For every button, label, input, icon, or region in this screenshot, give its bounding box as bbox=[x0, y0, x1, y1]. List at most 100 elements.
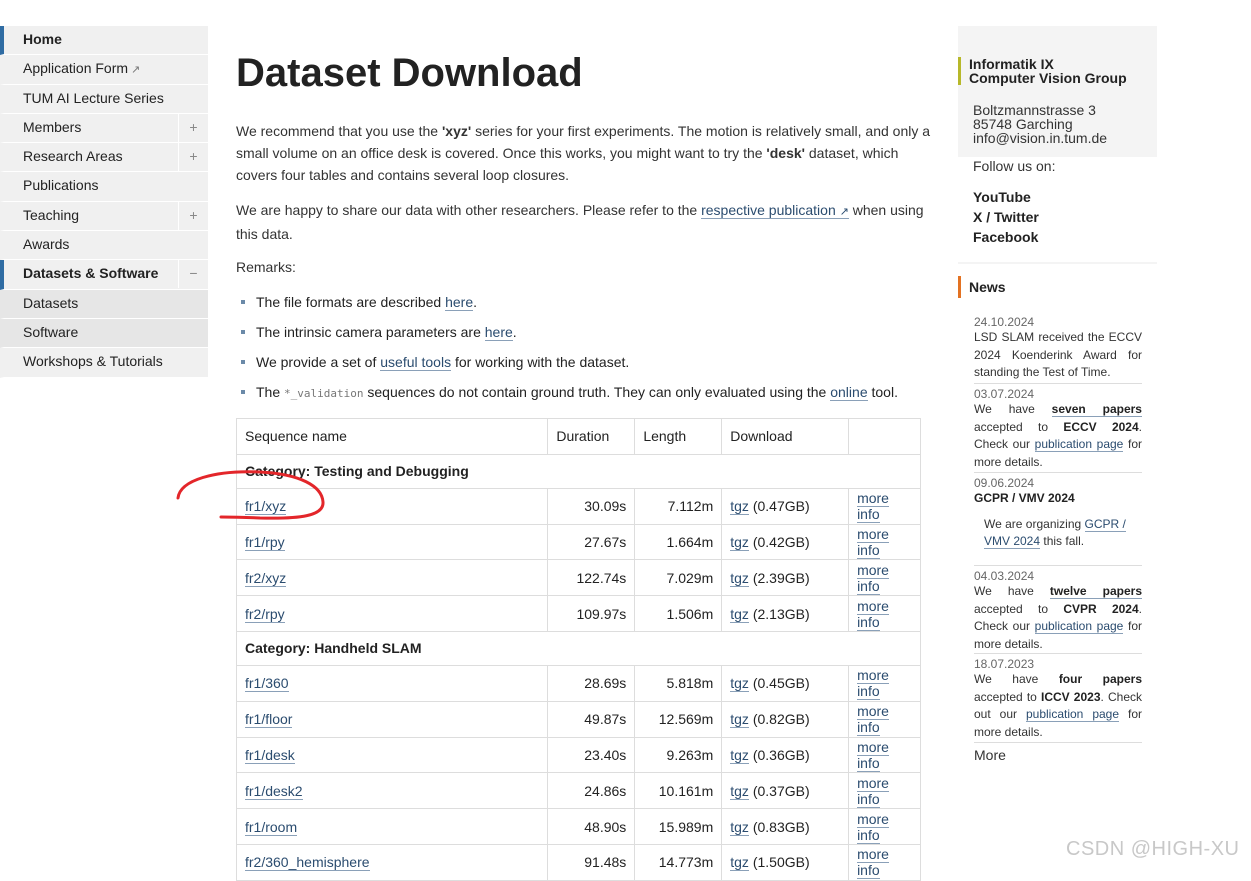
share-paragraph: We are happy to share our data with othe… bbox=[236, 202, 924, 242]
sequence-link[interactable]: fr1/xyz bbox=[245, 498, 287, 516]
cell-download: tgz (0.37GB) bbox=[721, 772, 850, 810]
file-formats-link[interactable]: here bbox=[445, 294, 474, 311]
group-label: Informatik IX Computer Vision Group bbox=[958, 57, 1127, 85]
file-size: (0.42GB) bbox=[752, 533, 810, 550]
tgz-download-link[interactable]: tgz bbox=[730, 498, 749, 516]
tgz-download-link[interactable]: tgz bbox=[730, 854, 749, 872]
address-block: Boltzmannstrasse 3 85748 Garching info@v… bbox=[973, 102, 1108, 146]
nav-home[interactable]: Home bbox=[0, 26, 208, 56]
table-row: fr2/rpy 109.97s 1.506m tgz (2.13GB) more inf… bbox=[235, 595, 921, 632]
tgz-download-link[interactable]: tgz bbox=[730, 782, 749, 800]
more-info-link[interactable]: more info bbox=[857, 774, 889, 808]
tgz-download-link[interactable]: tgz bbox=[730, 605, 749, 623]
twitter-link[interactable]: X / Twitter bbox=[973, 207, 1039, 227]
seven-papers-link[interactable]: seven papers bbox=[1051, 402, 1142, 417]
cell-sequence-name: fr1/360 bbox=[235, 664, 549, 702]
cell-length: 7.112m bbox=[634, 487, 723, 525]
page-title: Dataset Download bbox=[236, 51, 583, 95]
left-navigation: Home Application Form ↗ TUM AI Lecture Se… bbox=[0, 26, 208, 378]
camera-parameters-link[interactable]: here bbox=[484, 324, 513, 341]
cell-download: tgz (0.82GB) bbox=[721, 700, 850, 738]
nav-teaching[interactable]: Teaching + bbox=[0, 201, 208, 232]
table-row: fr1/desk2 24.86s 10.161m tgz (0.37GB) more i… bbox=[235, 772, 921, 810]
tgz-download-link[interactable]: tgz bbox=[730, 818, 749, 836]
facebook-link[interactable]: Facebook bbox=[973, 227, 1039, 247]
expand-plus-icon[interactable]: + bbox=[178, 113, 208, 142]
cell-download: tgz (2.13GB) bbox=[721, 595, 850, 632]
table-row: fr1/room 48.90s 15.989m tgz (0.83GB) more in… bbox=[235, 808, 921, 845]
expand-plus-icon[interactable]: + bbox=[178, 143, 208, 172]
sequence-link[interactable]: fr2/360_hemisphere bbox=[245, 854, 370, 872]
news-item: 04.03.2024 We have twelve papers accepte… bbox=[974, 565, 1142, 653]
respective-publication-link[interactable]: respective publication ↗ bbox=[701, 202, 849, 219]
sequence-link[interactable]: fr2/rpy bbox=[245, 605, 285, 623]
nav-workshops-tutorials[interactable]: Workshops & Tutorials bbox=[0, 348, 208, 378]
publication-page-link[interactable]: publication page bbox=[1025, 707, 1120, 722]
nav-datasets[interactable]: Datasets bbox=[0, 289, 208, 319]
youtube-link[interactable]: YouTube bbox=[973, 187, 1039, 207]
news-item: 24.10.2024 LSD SLAM received the ECCV 20… bbox=[974, 315, 1142, 380]
nav-research-areas[interactable]: Research Areas + bbox=[0, 143, 208, 173]
cell-download: tgz (0.36GB) bbox=[721, 736, 850, 774]
cell-duration: 27.67s bbox=[547, 523, 636, 561]
nav-tum-ai-lecture-series[interactable]: TUM AI Lecture Series bbox=[0, 85, 208, 114]
news-item: 03.07.2024 We have seven papers accepted… bbox=[974, 383, 1142, 472]
more-info-link[interactable]: more info bbox=[857, 561, 889, 595]
cell-download: tgz (0.45GB) bbox=[721, 664, 850, 702]
table-row: fr1/xyz 30.09s 7.112m tgz (0.47GB) more info bbox=[235, 487, 921, 525]
cell-more-info: more info bbox=[848, 559, 921, 597]
sequence-link[interactable]: fr1/room bbox=[245, 818, 298, 836]
more-info-link[interactable]: more info bbox=[857, 525, 889, 559]
cell-download: tgz (2.39GB) bbox=[721, 559, 850, 597]
external-link-icon: ↗ bbox=[131, 64, 141, 77]
cell-sequence-name: fr1/desk2 bbox=[235, 772, 549, 810]
more-info-link[interactable]: more info bbox=[857, 597, 889, 631]
more-info-link[interactable]: more info bbox=[857, 490, 889, 524]
sequence-link[interactable]: fr1/desk2 bbox=[245, 782, 303, 800]
more-info-link[interactable]: more info bbox=[857, 846, 889, 880]
nav-application-form[interactable]: Application Form ↗ bbox=[0, 55, 208, 85]
collapse-minus-icon[interactable]: − bbox=[178, 260, 208, 289]
cell-duration: 91.48s bbox=[547, 843, 636, 881]
cell-length: 7.029m bbox=[634, 559, 723, 597]
sequence-link[interactable]: fr1/desk bbox=[245, 746, 295, 764]
nav-datasets-software[interactable]: Datasets & Software − bbox=[0, 260, 208, 290]
tgz-download-link[interactable]: tgz bbox=[730, 746, 749, 764]
sequence-link[interactable]: fr2/xyz bbox=[245, 569, 287, 587]
cell-length: 10.161m bbox=[634, 772, 723, 810]
more-info-link[interactable]: more info bbox=[857, 703, 889, 737]
news-title: News bbox=[958, 276, 1006, 298]
more-info-link[interactable]: more info bbox=[857, 667, 889, 701]
main-content: Dataset Download We recommend that you u… bbox=[235, 0, 936, 881]
twelve-papers-link[interactable]: twelve papers bbox=[1049, 584, 1142, 599]
expand-plus-icon[interactable]: + bbox=[178, 201, 208, 230]
tgz-download-link[interactable]: tgz bbox=[730, 533, 749, 551]
tgz-download-link[interactable]: tgz bbox=[730, 711, 749, 729]
table-row: fr1/rpy 27.67s 1.664m tgz (0.42GB) more info bbox=[235, 523, 921, 561]
col-download: Download bbox=[721, 418, 850, 455]
nav-publications[interactable]: Publications bbox=[0, 172, 208, 202]
more-news-link[interactable]: More bbox=[974, 742, 1142, 763]
tgz-download-link[interactable]: tgz bbox=[730, 675, 749, 693]
nav-awards[interactable]: Awards bbox=[0, 231, 208, 261]
more-info-link[interactable]: more info bbox=[857, 738, 889, 772]
cell-duration: 23.40s bbox=[547, 736, 636, 774]
sequence-link[interactable]: fr1/360 bbox=[245, 675, 289, 693]
tgz-download-link[interactable]: tgz bbox=[730, 569, 749, 587]
cell-more-info: more info bbox=[848, 700, 921, 738]
cell-sequence-name: fr1/floor bbox=[235, 700, 549, 738]
publication-page-link[interactable]: publication page bbox=[1034, 437, 1124, 452]
file-size: (0.83GB) bbox=[752, 818, 810, 835]
cell-duration: 48.90s bbox=[547, 808, 636, 845]
cell-sequence-name: fr2/rpy bbox=[235, 595, 549, 632]
cell-more-info: more info bbox=[848, 736, 921, 774]
publication-page-link[interactable]: publication page bbox=[1034, 619, 1124, 634]
more-info-link[interactable]: more info bbox=[857, 810, 889, 844]
table-body: Category: Testing and Debugging fr1/xyz 30… bbox=[235, 453, 921, 881]
useful-tools-link[interactable]: useful tools bbox=[380, 354, 452, 371]
nav-members[interactable]: Members + bbox=[0, 113, 208, 144]
sequence-link[interactable]: fr1/rpy bbox=[245, 533, 285, 551]
online-tool-link[interactable]: online bbox=[830, 384, 868, 401]
nav-software[interactable]: Software bbox=[0, 318, 208, 349]
sequence-link[interactable]: fr1/floor bbox=[245, 711, 293, 729]
